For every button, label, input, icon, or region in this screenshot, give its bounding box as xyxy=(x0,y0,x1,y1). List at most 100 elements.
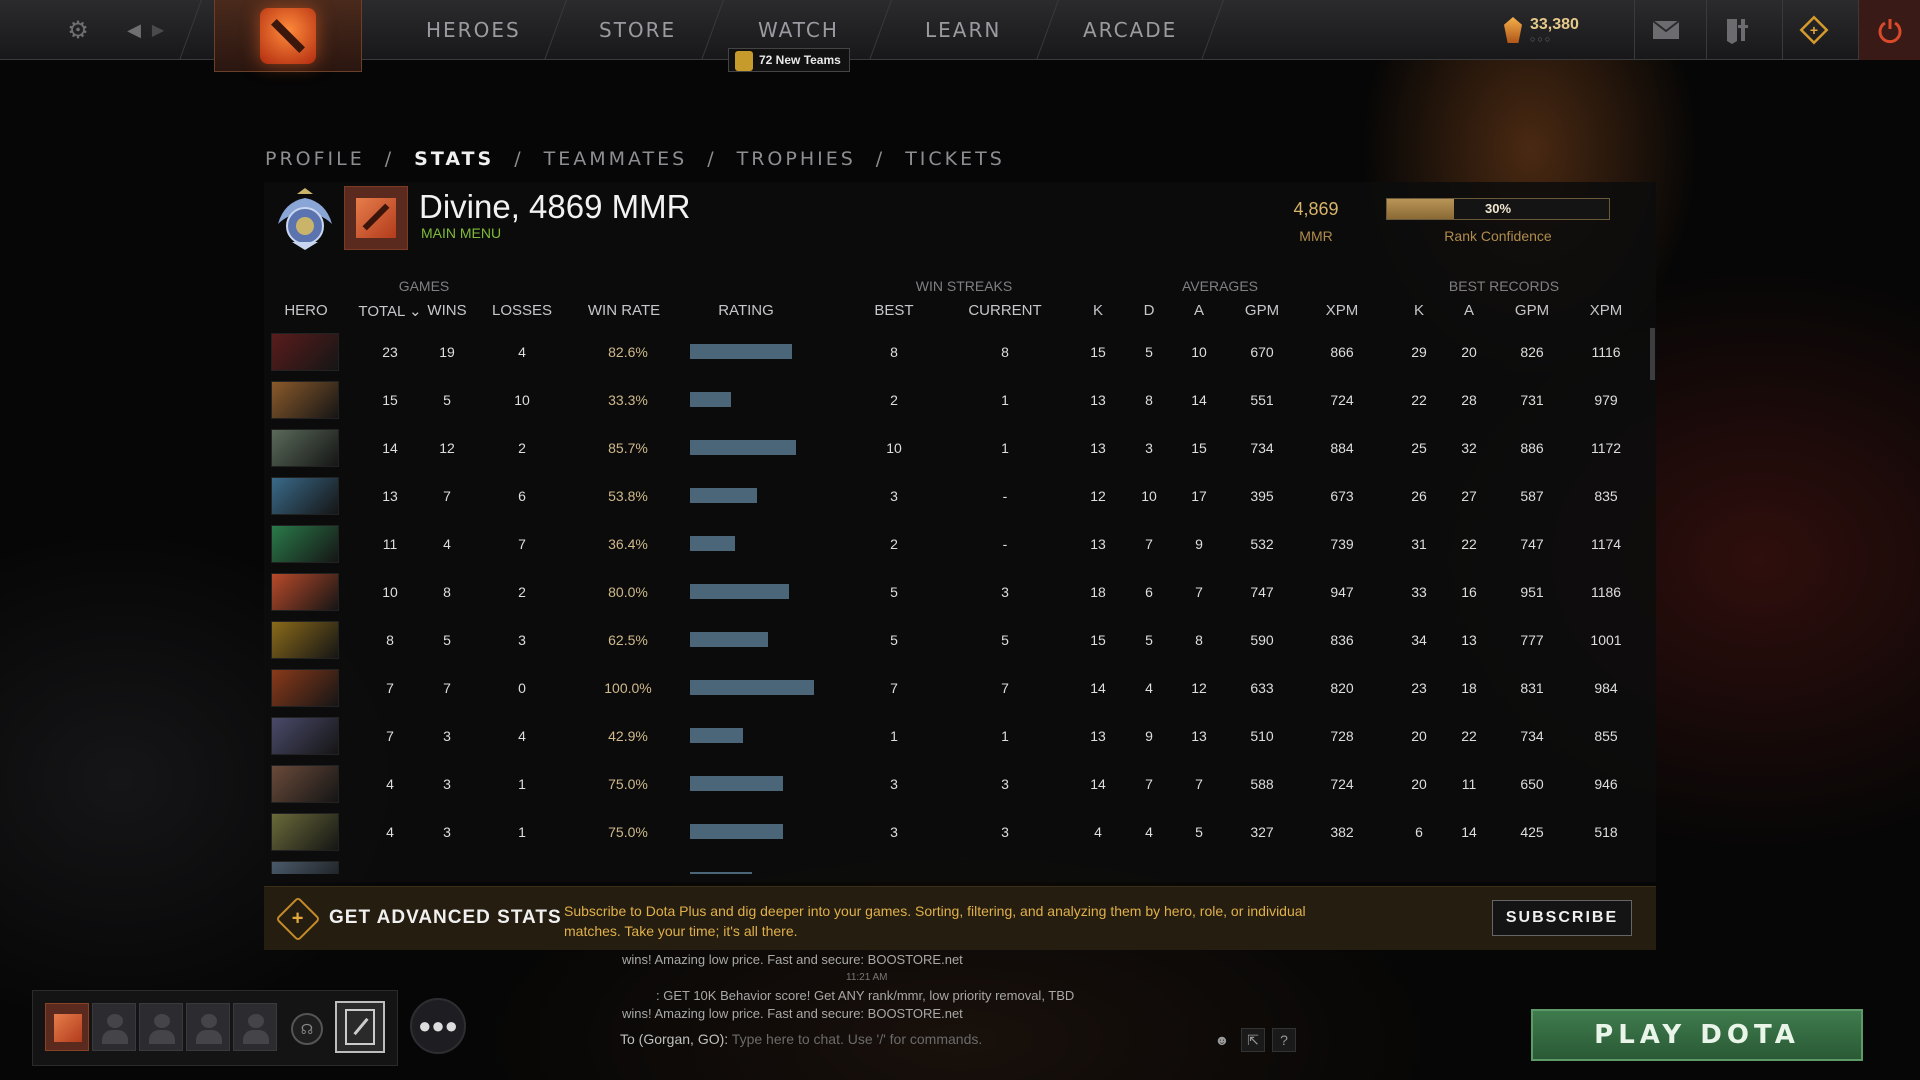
party-slot-empty[interactable] xyxy=(139,1003,183,1051)
table-row[interactable]: 15 5 10 33.3% 2 1 13 8 14 551 724 22 28 731 979 xyxy=(264,380,1656,420)
new-teams-badge[interactable]: 72 New Teams xyxy=(728,48,850,72)
breadcrumb-separator: / xyxy=(384,148,395,170)
table-row[interactable]: 8 5 3 62.5% 5 5 15 5 8 590 836 34 13 777 1001 xyxy=(264,620,1656,660)
cell-best-kills: 34 xyxy=(1411,632,1427,648)
cell-current-streak: 1 xyxy=(1001,440,1009,456)
mmr-value: 4,869 xyxy=(1293,199,1339,219)
cell-win-rate: 62.5% xyxy=(608,632,648,648)
col-avg-deaths[interactable]: D xyxy=(1144,302,1155,319)
table-row[interactable]: 4 3 1 75.0% 3 3 4 4 5 327 382 6 14 425 518 xyxy=(264,812,1656,852)
col-rating[interactable]: RATING xyxy=(718,302,774,319)
table-row[interactable]: 11 4 7 36.4% 2 - 13 7 9 532 739 31 22 747 1174 xyxy=(264,524,1656,564)
col-best-assists[interactable]: A xyxy=(1464,302,1474,319)
col-avg-assists[interactable]: A xyxy=(1194,302,1204,319)
power-icon[interactable] xyxy=(1858,0,1920,60)
breadcrumb-separator: / xyxy=(707,148,717,170)
party-slot-self[interactable] xyxy=(45,1003,89,1051)
party-slot-empty[interactable] xyxy=(186,1003,230,1051)
subscribe-button[interactable]: SUBSCRIBE xyxy=(1492,900,1632,936)
table-row[interactable]: 4 3 1 75.0% 3 3 14 7 7 588 724 20 11 650 946 xyxy=(264,764,1656,804)
col-losses[interactable]: LOSSES xyxy=(492,302,552,319)
cell-best-xpm: 1174 xyxy=(1590,536,1622,552)
mail-icon[interactable] xyxy=(1634,0,1696,60)
hero-portrait xyxy=(271,573,339,611)
emoji-icon[interactable]: ☻ xyxy=(1210,1028,1234,1052)
party-slot-empty[interactable] xyxy=(92,1003,136,1051)
cell-best-assists: 32 xyxy=(1461,440,1477,456)
tab-stats[interactable]: STATS xyxy=(414,148,494,170)
nav-learn[interactable]: LEARN xyxy=(925,0,1001,60)
cell-best-assists: 13 xyxy=(1461,632,1477,648)
col-best-kills[interactable]: K xyxy=(1414,302,1424,319)
group-header-win-streaks: WIN STREAKS xyxy=(915,278,1013,294)
tab-teammates[interactable]: TEAMMATES xyxy=(544,148,688,170)
tab-trophies[interactable]: TROPHIES xyxy=(737,148,856,170)
chat-expand-icon[interactable]: ⇱ xyxy=(1241,1028,1265,1052)
invite-icon[interactable] xyxy=(335,1001,385,1053)
friends-icon[interactable]: ●●● xyxy=(410,998,466,1054)
chat-input[interactable]: To (Gorgan, GO): Type here to chat. Use … xyxy=(620,1031,982,1047)
col-win-rate[interactable]: WIN RATE xyxy=(588,302,660,319)
dota-logo-icon[interactable] xyxy=(214,0,362,72)
nav-arcade[interactable]: ARCADE xyxy=(1083,0,1177,60)
cell-avg-deaths: 4 xyxy=(1145,680,1153,696)
col-total[interactable]: TOTAL ⌄ xyxy=(358,302,421,320)
cell-avg-deaths: 6 xyxy=(1145,584,1153,600)
rating-bar xyxy=(690,488,757,503)
dota-plus-icon: + xyxy=(275,896,321,942)
shards-value: 33,380 xyxy=(1530,16,1579,33)
rank-medal-icon xyxy=(274,188,336,252)
cell-wins: 7 xyxy=(443,488,451,504)
cell-best-kills: 20 xyxy=(1411,776,1427,792)
cell-best-kills: 23 xyxy=(1411,680,1427,696)
chat-line: wins! Amazing low price. Fast and secure… xyxy=(622,952,963,967)
armory-icon[interactable] xyxy=(1706,0,1768,60)
col-best-streak[interactable]: BEST xyxy=(874,302,913,319)
headset-icon[interactable]: ☊ xyxy=(291,1013,323,1045)
cell-losses: 1 xyxy=(518,824,526,840)
col-best-gpm[interactable]: GPM xyxy=(1515,302,1549,319)
cell-avg-assists: 15 xyxy=(1191,440,1207,456)
cell-best-xpm: 835 xyxy=(1594,488,1618,504)
cell-win-rate: 42.9% xyxy=(608,728,648,744)
col-avg-xpm[interactable]: XPM xyxy=(1326,302,1359,319)
advanced-stats-text: Subscribe to Dota Plus and dig deeper in… xyxy=(564,903,1306,939)
nav-heroes[interactable]: HEROES xyxy=(426,0,521,60)
tab-profile[interactable]: PROFILE xyxy=(265,148,365,170)
play-dota-button[interactable]: PLAY DOTA xyxy=(1531,1009,1863,1061)
tab-tickets[interactable]: TICKETS xyxy=(905,148,1005,170)
chat-line: : GET 10K Behavior score! Get ANY rank/m… xyxy=(656,988,1075,1003)
col-avg-gpm[interactable]: GPM xyxy=(1245,302,1279,319)
col-avg-kills[interactable]: K xyxy=(1093,302,1103,319)
table-row[interactable]: 7 7 0 100.0% 7 7 14 4 12 633 820 23 18 831 984 xyxy=(264,668,1656,708)
avatar[interactable] xyxy=(344,186,408,250)
nav-store[interactable]: STORE xyxy=(599,0,676,60)
col-best-xpm[interactable]: XPM xyxy=(1590,302,1623,319)
cell-best-gpm: 734 xyxy=(1520,728,1544,744)
forward-arrow-icon[interactable]: ▶ xyxy=(148,0,168,60)
table-row[interactable]: 13 7 6 53.8% 3 - 12 10 17 395 673 26 27 587 835 xyxy=(264,476,1656,516)
scrollbar[interactable] xyxy=(1650,328,1655,380)
table-row[interactable]: 14 12 2 85.7% 10 1 13 3 15 734 884 25 32 886 1172 xyxy=(264,428,1656,468)
table-row[interactable]: 7 3 4 42.9% 1 1 13 9 13 510 728 20 22 734 855 xyxy=(264,716,1656,756)
back-arrow-icon[interactable]: ◀ xyxy=(122,0,146,60)
gear-icon[interactable]: ⚙ xyxy=(58,0,98,60)
cell-wins: 3 xyxy=(443,728,451,744)
table-row[interactable]: 23 19 4 82.6% 8 8 15 5 10 670 866 29 20 826 1116 xyxy=(264,332,1656,372)
cell-best-gpm: 886 xyxy=(1520,440,1544,456)
col-wins[interactable]: WINS xyxy=(427,302,466,319)
col-hero[interactable]: HERO xyxy=(284,302,327,319)
col-current-streak[interactable]: CURRENT xyxy=(968,302,1041,319)
cell-best-streak: 3 xyxy=(890,824,898,840)
mmr-label: MMR xyxy=(1299,228,1333,244)
cell-wins: 12 xyxy=(439,440,455,456)
party-slot-empty[interactable] xyxy=(233,1003,277,1051)
new-teams-label: 72 New Teams xyxy=(759,53,841,67)
cell-avg-gpm: 395 xyxy=(1250,488,1274,504)
table-row[interactable]: 10 8 2 80.0% 5 3 18 6 7 747 947 33 16 951 1186 xyxy=(264,572,1656,612)
dota-plus-icon[interactable]: + xyxy=(1782,0,1844,60)
cell-current-streak: 3 xyxy=(1001,824,1009,840)
new-teams-icon xyxy=(735,51,753,71)
help-icon[interactable]: ? xyxy=(1272,1028,1296,1052)
cell-total: 7 xyxy=(386,680,394,696)
